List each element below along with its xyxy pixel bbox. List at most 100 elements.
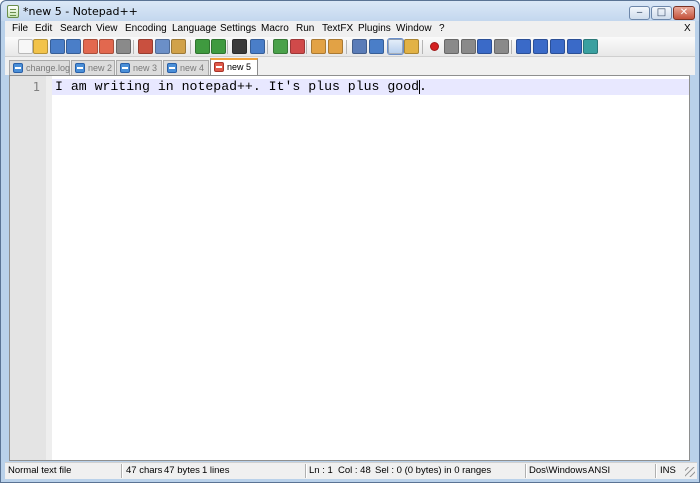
save-all-icon[interactable] [66, 39, 81, 54]
minimize-button[interactable]: ‒ [629, 6, 650, 20]
sync-horizontal-icon[interactable] [328, 39, 343, 54]
menu-edit[interactable]: Edit [35, 23, 52, 34]
status-lines: 1 lines [202, 465, 230, 476]
macro-stop-icon[interactable] [444, 39, 459, 54]
menu-search[interactable]: Search [60, 23, 92, 34]
status-divider [525, 464, 526, 478]
status-file-type: Normal text file [8, 465, 72, 476]
redo-icon[interactable] [211, 39, 226, 54]
menu-macro[interactable]: Macro [261, 23, 289, 34]
toolbar-separator [133, 40, 134, 54]
saved-file-icon [120, 63, 130, 73]
new-file-icon[interactable] [18, 39, 33, 54]
textfx-down-icon[interactable] [550, 39, 565, 54]
close-file-icon[interactable] [83, 39, 98, 54]
tab-label: new 4 [180, 63, 205, 73]
toolbar-separator [306, 40, 307, 54]
menu-settings[interactable]: Settings [220, 23, 256, 34]
text-editor[interactable]: 1 I am writing in notepad++. It's plus p… [9, 75, 690, 461]
close-window-button[interactable]: ✕ [673, 6, 695, 20]
close-all-icon[interactable] [99, 39, 114, 54]
status-column: Col : 48 [338, 465, 371, 476]
menu-textfx[interactable]: TextFX [322, 23, 353, 34]
status-bar: Normal text file 47 chars 47 bytes 1 lin… [5, 462, 697, 479]
status-encoding: ANSI [588, 465, 611, 476]
text-caret [419, 80, 420, 94]
toolbar-separator [511, 40, 512, 54]
tab-label: new 3 [133, 63, 158, 73]
macro-save-icon[interactable] [494, 39, 509, 54]
menu-plugins[interactable]: Plugins [358, 23, 391, 34]
status-divider [305, 464, 306, 478]
notepadpp-window: *new 5 - Notepad++ ‒ □ ✕ File Edit Searc… [0, 0, 700, 483]
textfx-sort-icon[interactable] [516, 39, 531, 54]
menu-run[interactable]: Run [296, 23, 314, 34]
word-wrap-icon[interactable] [352, 39, 367, 54]
status-chars: 47 chars [126, 465, 163, 476]
open-file-icon[interactable] [33, 39, 48, 54]
status-line-number: Ln : 1 [309, 465, 333, 476]
window-title: *new 5 - Notepad++ [23, 5, 138, 18]
menu-file[interactable]: File [12, 23, 28, 34]
spell-check-icon[interactable] [583, 39, 598, 54]
zoom-in-icon[interactable] [273, 39, 288, 54]
tab-new-5[interactable]: new 5 [210, 58, 258, 75]
undo-icon[interactable] [195, 39, 210, 54]
textfx-up-icon[interactable] [533, 39, 548, 54]
toolbar-separator [190, 40, 191, 54]
user-language-icon[interactable] [404, 39, 419, 54]
macro-play-icon[interactable] [461, 39, 476, 54]
line-number: 1 [32, 80, 40, 94]
zoom-out-icon[interactable] [290, 39, 305, 54]
cut-icon[interactable] [138, 39, 153, 54]
status-bytes: 47 bytes [164, 465, 200, 476]
show-all-chars-icon[interactable] [369, 39, 384, 54]
unsaved-file-icon [214, 62, 224, 72]
status-divider [655, 464, 656, 478]
tab-label: change.log [26, 63, 71, 73]
notepadpp-app-icon[interactable] [7, 5, 19, 18]
tab-label: new 5 [227, 62, 252, 72]
maximize-button[interactable]: □ [651, 6, 672, 20]
tab-new-3[interactable]: new 3 [116, 60, 162, 75]
status-insert-mode: INS [660, 465, 676, 476]
document-tabs: change.log new 2 new 3 new 4 new 5 [5, 57, 695, 75]
toolbar-separator [267, 40, 268, 54]
menu-help[interactable]: ? [439, 23, 445, 34]
tab-new-4[interactable]: new 4 [163, 60, 209, 75]
menu-bar: File Edit Search View Encoding Language … [5, 21, 695, 37]
textfx-sum-icon[interactable] [567, 39, 582, 54]
menu-language[interactable]: Language [172, 23, 217, 34]
copy-icon[interactable] [155, 39, 170, 54]
resize-grip[interactable] [685, 467, 695, 477]
tab-new-2[interactable]: new 2 [71, 60, 115, 75]
menu-encoding[interactable]: Encoding [125, 23, 167, 34]
toolbar [5, 37, 695, 57]
toolbar-separator [346, 40, 347, 54]
macro-play-multiple-icon[interactable] [477, 39, 492, 54]
menu-view[interactable]: View [96, 23, 118, 34]
tab-change-log[interactable]: change.log [9, 60, 70, 75]
toolbar-separator [227, 40, 228, 54]
macro-record-icon[interactable] [430, 42, 439, 51]
fold-margin[interactable] [46, 76, 52, 460]
save-icon[interactable] [50, 39, 65, 54]
menu-window[interactable]: Window [396, 23, 432, 34]
status-selection: Sel : 0 (0 bytes) in 0 ranges [375, 465, 492, 476]
print-icon[interactable] [116, 39, 131, 54]
saved-file-icon [13, 63, 23, 73]
sync-vertical-icon[interactable] [311, 39, 326, 54]
find-icon[interactable] [232, 39, 247, 54]
saved-file-icon [167, 63, 177, 73]
title-bar[interactable]: *new 5 - Notepad++ ‒ □ ✕ [1, 1, 699, 21]
indent-guide-icon[interactable] [387, 38, 404, 55]
replace-icon[interactable] [250, 39, 265, 54]
tab-label: new 2 [88, 63, 113, 73]
editor-line[interactable]: I am writing in notepad++. It's plus plu… [55, 79, 427, 95]
status-eol-format: Dos\Windows [529, 465, 588, 476]
status-divider [121, 464, 122, 478]
close-document-button[interactable]: X [684, 23, 691, 34]
toolbar-separator [422, 40, 423, 54]
saved-file-icon [75, 63, 85, 73]
paste-icon[interactable] [171, 39, 186, 54]
